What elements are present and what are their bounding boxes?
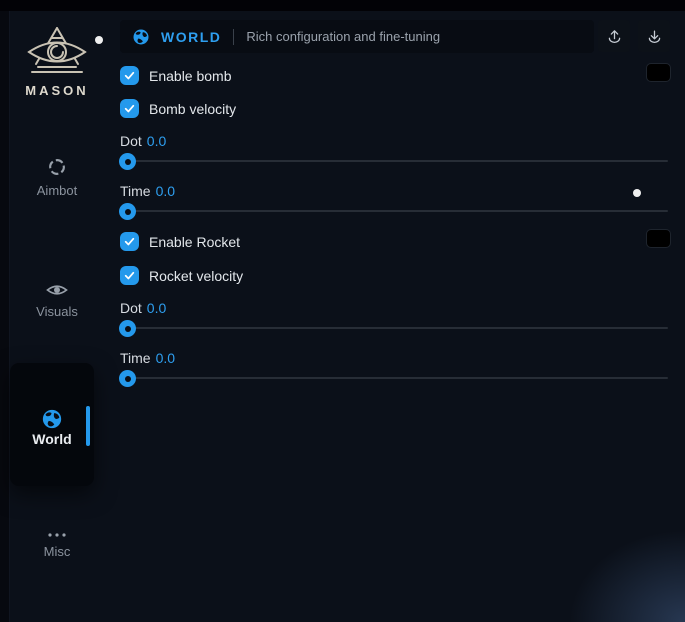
slider-value: 0.0	[147, 300, 166, 316]
corner-glow	[565, 527, 685, 622]
sidebar-item-label: World	[10, 431, 94, 447]
crosshair-icon	[47, 157, 67, 177]
header-divider	[233, 29, 234, 45]
upload-icon	[606, 28, 623, 45]
check-icon	[123, 102, 136, 115]
slider-name: Time	[120, 350, 151, 366]
rocket-velocity-checkbox[interactable]	[120, 266, 139, 285]
sidebar-item-label: Misc	[44, 544, 71, 559]
slider-label: Time 0.0	[120, 350, 175, 366]
checkbox-row: Rocket velocity	[120, 266, 243, 285]
rocket-color-swatch[interactable]	[646, 229, 671, 248]
sidebar-item-aimbot[interactable]: Aimbot	[9, 157, 105, 198]
globe-icon	[41, 408, 63, 430]
sidebar-item-label: Aimbot	[37, 183, 77, 198]
enable-bomb-checkbox[interactable]	[120, 66, 139, 85]
brand-name: MASON	[9, 83, 105, 98]
enable-rocket-checkbox[interactable]	[120, 232, 139, 251]
brand: MASON	[9, 25, 105, 98]
ellipsis-icon	[47, 532, 67, 538]
page-subtitle: Rich configuration and fine-tuning	[246, 29, 440, 44]
bomb-time-slider-knob[interactable]	[119, 203, 136, 220]
mason-window: MASON Aimbot Visuals World	[0, 0, 685, 622]
download-icon	[646, 28, 663, 45]
sidebar-item-misc[interactable]: Misc	[9, 532, 105, 559]
slider-value: 0.0	[156, 183, 175, 199]
upload-config-button[interactable]	[598, 20, 630, 52]
rocket-time-slider-knob[interactable]	[119, 370, 136, 387]
slider-name: Dot	[120, 133, 142, 149]
sidebar-item-world[interactable]: World	[10, 363, 94, 486]
sidebar-item-label: Visuals	[36, 304, 78, 319]
eye-icon	[46, 282, 68, 298]
page-title: WORLD	[161, 29, 221, 45]
rocket-time-slider-track[interactable]	[120, 377, 668, 379]
download-config-button[interactable]	[638, 20, 670, 52]
check-icon	[123, 69, 136, 82]
checkbox-label: Enable Rocket	[149, 234, 240, 250]
window-top-edge	[0, 0, 685, 11]
slider-label: Dot 0.0	[120, 133, 166, 149]
active-tab-indicator	[86, 406, 90, 446]
particle-dot	[633, 189, 641, 197]
slider-label: Dot 0.0	[120, 300, 166, 316]
particle-dot	[95, 36, 103, 44]
checkbox-label: Bomb velocity	[149, 101, 236, 117]
rocket-dot-slider-track[interactable]	[120, 327, 668, 329]
bomb-dot-slider-track[interactable]	[120, 160, 668, 162]
checkbox-label: Enable bomb	[149, 68, 232, 84]
page-header: WORLD Rich configuration and fine-tuning	[120, 20, 594, 53]
bomb-velocity-checkbox[interactable]	[120, 99, 139, 118]
sidebar-item-visuals[interactable]: Visuals	[9, 282, 105, 319]
checkbox-row: Enable bomb	[120, 66, 232, 85]
checkbox-row: Enable Rocket	[120, 232, 240, 251]
checkbox-label: Rocket velocity	[149, 268, 243, 284]
bomb-time-slider-track[interactable]	[120, 210, 668, 212]
slider-value: 0.0	[147, 133, 166, 149]
sidebar: MASON Aimbot Visuals World	[9, 11, 109, 622]
bomb-color-swatch[interactable]	[646, 63, 671, 82]
rocket-dot-slider-knob[interactable]	[119, 320, 136, 337]
checkbox-row: Bomb velocity	[120, 99, 236, 118]
check-icon	[123, 269, 136, 282]
slider-name: Time	[120, 183, 151, 199]
globe-icon	[132, 28, 150, 46]
pyramid-eye-icon	[25, 25, 89, 79]
slider-label: Time 0.0	[120, 183, 175, 199]
slider-name: Dot	[120, 300, 142, 316]
bomb-dot-slider-knob[interactable]	[119, 153, 136, 170]
slider-value: 0.0	[156, 350, 175, 366]
check-icon	[123, 235, 136, 248]
